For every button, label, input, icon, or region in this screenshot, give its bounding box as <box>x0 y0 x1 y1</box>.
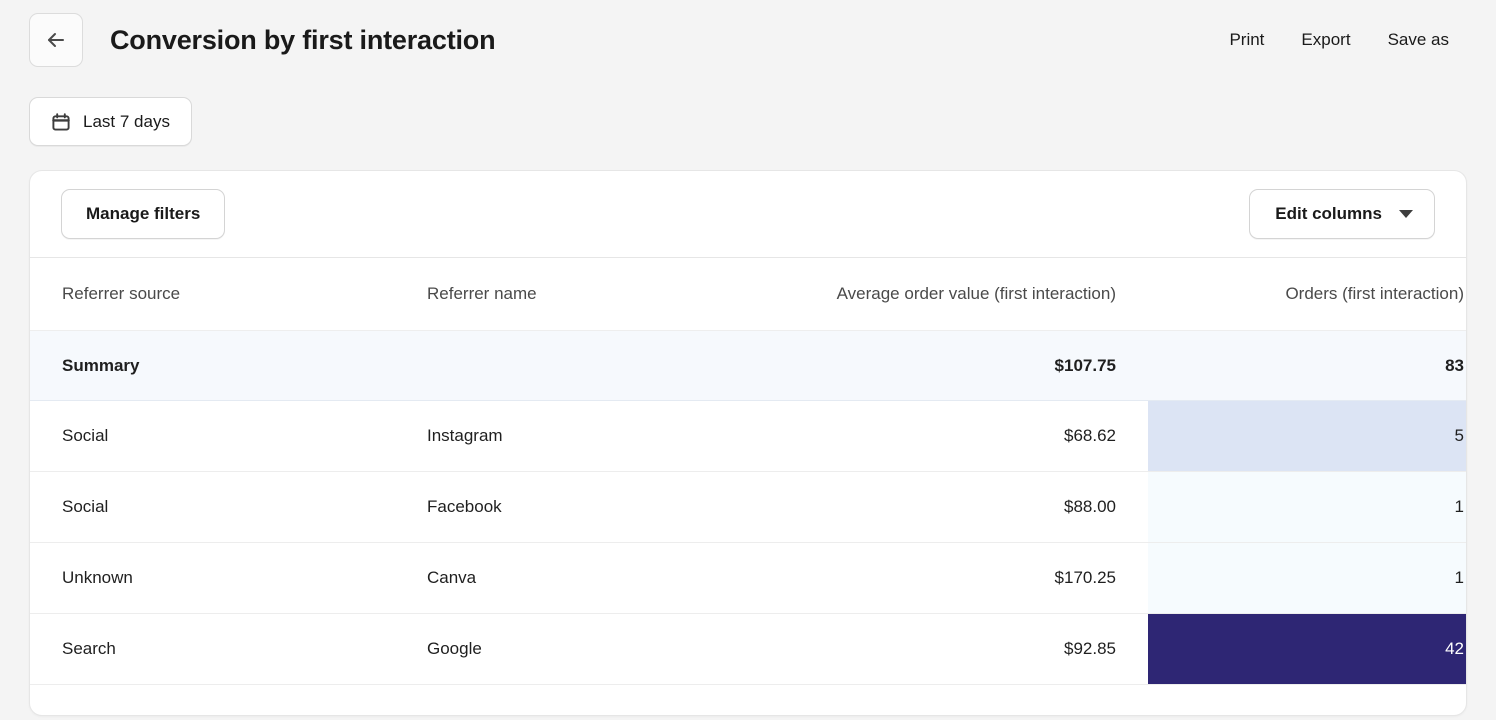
cell-referrer-name: Instagram <box>395 400 720 472</box>
table-row[interactable]: Unknown Canva $170.25 1 <box>30 542 1466 614</box>
column-header-referrer-source[interactable]: Referrer source <box>30 257 395 331</box>
column-header-average-order-value[interactable]: Average order value (first interaction) <box>720 257 1148 331</box>
column-header-referrer-name[interactable]: Referrer name <box>395 257 720 331</box>
cell-average-order-value: $170.25 <box>720 542 1148 614</box>
column-header-label: Referrer name <box>427 284 537 303</box>
cell-orders-heatmap: 1 <box>1148 542 1466 614</box>
cell-referrer-name: Canva <box>395 542 720 614</box>
cell-orders-heatmap-text: 1 <box>1454 497 1464 516</box>
cell-referrer-name-text: Google <box>427 639 482 658</box>
cell-referrer-name-text: Canva <box>427 568 477 587</box>
cell-average-order-value-text: $68.62 <box>1064 426 1116 445</box>
summary-cell-name <box>395 330 720 401</box>
cell-orders-heatmap-text: 42 <box>1445 639 1464 658</box>
cell-referrer-source: Social <box>30 471 395 543</box>
column-header-label: Orders (first interaction) <box>1285 284 1464 303</box>
summary-orders-value: 83 <box>1445 355 1464 375</box>
cell-average-order-value: $88.00 <box>720 471 1148 543</box>
chevron-down-icon <box>1399 210 1413 218</box>
summary-aov-value: $107.75 <box>1054 355 1116 375</box>
summary-cell-aov: $107.75 <box>720 330 1148 401</box>
print-button[interactable]: Print <box>1227 26 1266 54</box>
date-range-button[interactable]: Last 7 days <box>29 97 192 146</box>
cell-referrer-source-text: Unknown <box>62 568 133 587</box>
page-title: Conversion by first interaction <box>110 24 496 55</box>
date-range-label: Last 7 days <box>83 111 170 131</box>
cell-orders-heatmap-text: 1 <box>1454 568 1464 587</box>
manage-filters-button[interactable]: Manage filters <box>61 189 226 239</box>
edit-columns-label: Edit columns <box>1275 204 1382 223</box>
cell-orders-heatmap: 1 <box>1148 471 1466 543</box>
card-toolbar: Manage filters Edit columns <box>30 171 1466 257</box>
cell-average-order-value-text: $88.00 <box>1064 497 1116 516</box>
summary-row: Summary $107.75 83 <box>30 330 1466 401</box>
save-as-button[interactable]: Save as <box>1386 26 1451 54</box>
cell-average-order-value: $92.85 <box>720 613 1148 685</box>
cell-referrer-name-text: Instagram <box>427 426 503 445</box>
cell-referrer-name-text: Facebook <box>427 497 502 516</box>
cell-referrer-source-text: Search <box>62 639 116 658</box>
cell-referrer-source: Unknown <box>30 542 395 614</box>
cell-orders-heatmap: 42 <box>1148 613 1466 685</box>
summary-cell-orders: 83 <box>1148 330 1466 401</box>
cell-average-order-value-text: $170.25 <box>1054 568 1116 587</box>
table-row[interactable]: Social Facebook $88.00 1 <box>30 471 1466 543</box>
cell-orders-heatmap-text: 5 <box>1454 426 1464 445</box>
edit-columns-button[interactable]: Edit columns <box>1249 189 1435 239</box>
column-header-orders[interactable]: Orders (first interaction) <box>1148 257 1466 331</box>
report-table: Referrer source Referrer name Average or… <box>30 257 1466 685</box>
summary-cell-source: Summary <box>30 330 395 401</box>
calendar-icon <box>51 112 71 132</box>
cell-orders-heatmap: 5 <box>1148 400 1466 472</box>
cell-referrer-source-text: Social <box>62 497 109 516</box>
top-bar-actions: Print Export Save as <box>1227 26 1451 54</box>
cell-referrer-source: Social <box>30 400 395 472</box>
back-button[interactable] <box>29 13 83 67</box>
arrow-left-icon <box>44 28 68 52</box>
cell-referrer-name: Google <box>395 613 720 685</box>
table-header: Referrer source Referrer name Average or… <box>30 257 1466 331</box>
column-header-label: Referrer source <box>62 284 181 303</box>
column-header-label: Average order value (first interaction) <box>836 284 1116 303</box>
cell-average-order-value: $68.62 <box>720 400 1148 472</box>
export-button[interactable]: Export <box>1299 26 1352 54</box>
cell-average-order-value-text: $92.85 <box>1064 639 1116 658</box>
report-card: Manage filters Edit columns Referrer sou… <box>29 170 1467 716</box>
top-bar: Conversion by first interaction Print Ex… <box>0 0 1496 80</box>
table-row[interactable]: Social Instagram $68.62 5 <box>30 400 1466 472</box>
cell-referrer-name: Facebook <box>395 471 720 543</box>
table-body: Summary $107.75 83 Social Instagram $68.62… <box>30 330 1466 685</box>
summary-source-label: Summary <box>62 355 140 375</box>
filter-bar: Last 7 days <box>0 80 1496 146</box>
cell-referrer-source: Search <box>30 613 395 685</box>
cell-referrer-source-text: Social <box>62 426 109 445</box>
table-header-row: Referrer source Referrer name Average or… <box>30 257 1466 331</box>
table-row[interactable]: Search Google $92.85 42 <box>30 613 1466 685</box>
